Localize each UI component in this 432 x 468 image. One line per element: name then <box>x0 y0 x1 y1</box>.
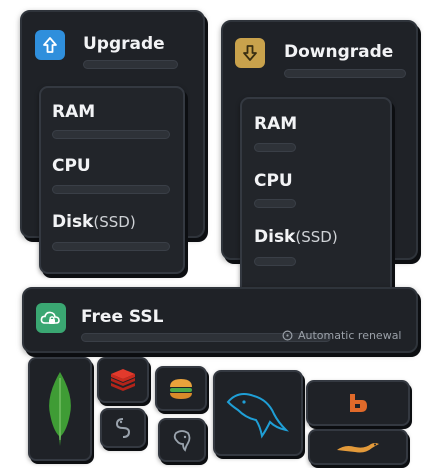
postgresql-icon <box>173 430 191 452</box>
upgrade-cpu-bar[interactable] <box>52 185 170 194</box>
burger-tile[interactable] <box>155 366 207 411</box>
arrow-up-icon <box>35 30 65 60</box>
renewal-status: Automatic renewal <box>282 329 402 342</box>
upgrade-disk-bar[interactable] <box>52 242 170 251</box>
mysql-tile[interactable] <box>213 370 303 456</box>
lizard-icon <box>337 443 379 453</box>
downgrade-ram-label: RAM <box>254 114 298 134</box>
postgresql-tile[interactable] <box>158 418 206 462</box>
downgrade-disk-label: Disk(SSD) <box>254 227 338 247</box>
upgrade-specs-panel: RAM CPU Disk(SSD) <box>39 86 185 274</box>
redis-icon <box>111 369 135 391</box>
bitbucket-tile[interactable] <box>306 380 410 426</box>
mysql-icon <box>226 393 290 439</box>
free-ssl-card[interactable]: Free SSL Automatic renewal <box>22 287 418 353</box>
upgrade-disk-label: Disk(SSD) <box>52 212 136 232</box>
redis-tile[interactable] <box>97 357 149 403</box>
mongodb-icon <box>49 372 71 446</box>
lizard-tile[interactable] <box>308 429 408 465</box>
python-tile[interactable] <box>100 408 146 448</box>
upgrade-cpu-label: CPU <box>52 156 91 176</box>
python-icon <box>115 418 131 438</box>
upgrade-title: Upgrade <box>83 34 165 54</box>
downgrade-cpu-bar[interactable] <box>254 199 296 208</box>
bitbucket-icon <box>350 394 367 412</box>
downgrade-specs-panel: RAM CPU Disk(SSD) <box>240 97 392 303</box>
downgrade-cpu-label: CPU <box>254 171 293 191</box>
arrow-down-icon <box>235 38 265 68</box>
downgrade-ram-bar[interactable] <box>254 143 296 152</box>
renewal-text: Automatic renewal <box>298 329 402 342</box>
upgrade-disk-sub: (SSD) <box>93 213 136 231</box>
mongodb-tile[interactable] <box>28 357 92 461</box>
downgrade-title: Downgrade <box>284 42 394 62</box>
cloud-lock-icon <box>36 303 66 333</box>
free-ssl-title: Free SSL <box>81 307 164 327</box>
upgrade-ram-label: RAM <box>52 102 96 122</box>
burger-icon <box>170 378 192 399</box>
downgrade-disk-sub: (SSD) <box>295 228 338 246</box>
upgrade-ram-bar[interactable] <box>52 130 170 139</box>
clock-icon <box>282 330 293 341</box>
downgrade-disk-bar[interactable] <box>254 257 296 266</box>
downgrade-title-bar <box>284 69 406 78</box>
upgrade-title-bar <box>83 60 178 69</box>
